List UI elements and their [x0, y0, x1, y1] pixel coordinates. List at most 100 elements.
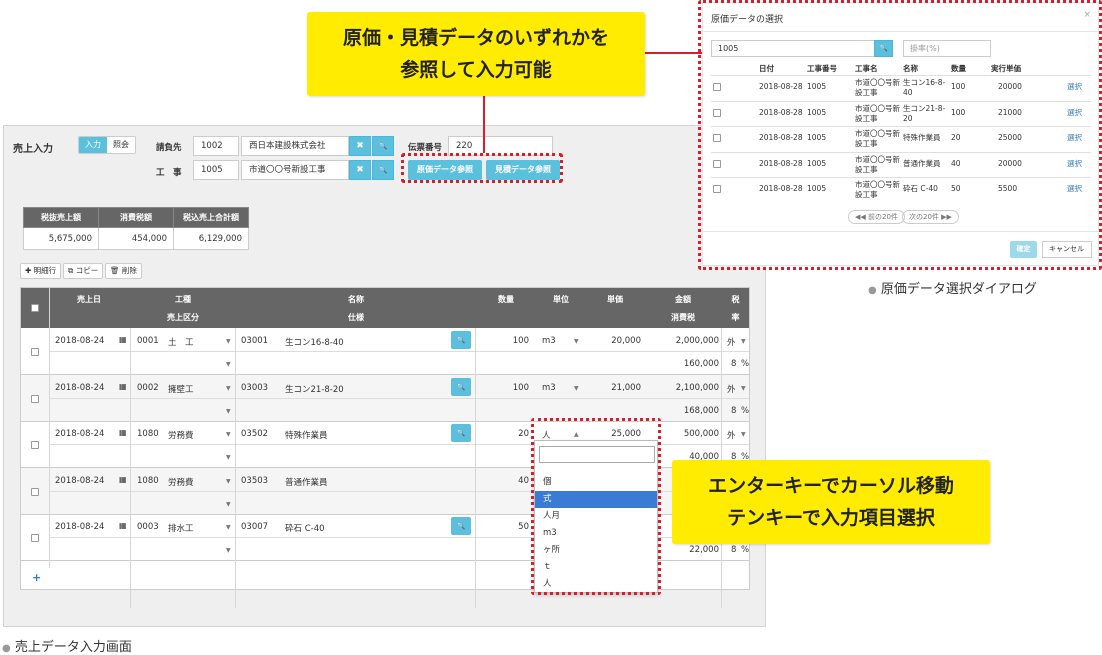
kind-code-cell[interactable]: 0003: [137, 522, 159, 532]
chevron-down-icon[interactable]: ▼: [226, 478, 231, 485]
summary-table: 税抜売上額 消費税額 税込売上合計額 5,675,000 454,000 6,1…: [23, 207, 249, 250]
kind-name-cell[interactable]: 土 工: [168, 336, 194, 348]
header-kind: 工種: [175, 295, 191, 304]
construction-clear-button[interactable]: ✖: [349, 160, 371, 180]
qty-cell[interactable]: 40: [518, 476, 529, 486]
item-search-button[interactable]: 🔍: [451, 331, 471, 349]
chevron-down-icon[interactable]: ▼: [226, 454, 231, 461]
kind-code-cell[interactable]: 0002: [137, 383, 159, 393]
item-code-cell[interactable]: 03503: [241, 476, 268, 486]
main-caption-text: 売上データ入力画面: [14, 640, 132, 655]
date-cell[interactable]: 2018-08-24: [55, 336, 104, 346]
chevron-down-icon[interactable]: ▼: [226, 361, 231, 368]
billing-search-button[interactable]: 🔍: [372, 136, 394, 156]
chevron-down-icon[interactable]: ▼: [741, 385, 746, 392]
clear-icon: ✖: [356, 165, 364, 175]
construction-search-button[interactable]: 🔍: [372, 160, 394, 180]
chevron-down-icon[interactable]: ▼: [226, 338, 231, 345]
mode-input-button[interactable]: 入力: [79, 137, 107, 153]
qty-cell[interactable]: 50: [518, 522, 529, 532]
row-checkbox[interactable]: [31, 348, 39, 356]
tax-rate-cell[interactable]: 8: [731, 359, 736, 369]
main-caption: ● 売上データ入力画面: [2, 640, 132, 655]
search-icon: 🔍: [378, 166, 388, 174]
chevron-down-icon[interactable]: ▼: [226, 524, 231, 531]
callout-pointer: [643, 52, 703, 54]
add-row-button[interactable]: ✚ 明細行: [20, 263, 62, 279]
kind-name-cell[interactable]: 擁壁工: [168, 383, 194, 395]
calendar-icon[interactable]: ▦: [119, 475, 127, 484]
unit-cell[interactable]: m3: [542, 383, 556, 393]
header-amount: 金額: [675, 295, 691, 304]
qty-cell[interactable]: 20: [518, 429, 529, 439]
chevron-down-icon[interactable]: ▼: [741, 338, 746, 345]
kind-name-cell[interactable]: 排水工: [168, 522, 194, 534]
date-cell[interactable]: 2018-08-24: [55, 522, 104, 532]
billing-clear-button[interactable]: ✖: [349, 136, 371, 156]
kind-name-cell[interactable]: 労務費: [168, 476, 194, 488]
callout-line: 原価・見積データのいずれかを: [342, 27, 609, 49]
chevron-down-icon[interactable]: ▼: [226, 431, 231, 438]
date-cell[interactable]: 2018-08-24: [55, 383, 104, 393]
construction-code-input[interactable]: 1005: [193, 160, 239, 180]
date-cell[interactable]: 2018-08-24: [55, 476, 104, 486]
date-cell[interactable]: 2018-08-24: [55, 429, 104, 439]
construction-label: 工 事: [156, 168, 182, 178]
tax-rate-cell[interactable]: 8: [731, 406, 736, 416]
header-amount-sub: 消費税: [671, 313, 695, 322]
calendar-icon[interactable]: ▦: [119, 521, 127, 530]
tax-rate-cell[interactable]: 8: [731, 545, 736, 555]
tax-type-cell[interactable]: 外: [727, 383, 736, 395]
price-cell[interactable]: 20,000: [611, 336, 641, 346]
tax-type-cell[interactable]: 外: [727, 336, 736, 348]
row-checkbox[interactable]: [31, 487, 39, 496]
mode-view-button[interactable]: 照会: [107, 137, 135, 153]
kind-code-cell[interactable]: 1080: [137, 429, 159, 439]
row-checkbox[interactable]: [31, 534, 39, 542]
chevron-down-icon[interactable]: ▼: [574, 385, 579, 392]
item-code-cell[interactable]: 03001: [241, 336, 268, 346]
item-code-cell[interactable]: 03502: [241, 429, 268, 439]
select-all-checkbox[interactable]: [31, 304, 39, 312]
qty-cell[interactable]: 100: [513, 336, 529, 346]
kind-name-cell[interactable]: 労務費: [168, 429, 194, 441]
chevron-down-icon[interactable]: ▼: [574, 338, 579, 345]
item-code-cell[interactable]: 03003: [241, 383, 268, 393]
tax-type-cell[interactable]: 外: [727, 429, 736, 441]
construction-name-input[interactable]: 市道〇〇号新設工事: [241, 160, 349, 180]
calendar-icon[interactable]: ▦: [119, 428, 127, 437]
unit-cell[interactable]: m3: [542, 336, 556, 346]
item-name-cell[interactable]: 普通作業員: [285, 476, 328, 488]
chevron-down-icon[interactable]: ▼: [226, 501, 231, 508]
kind-code-cell[interactable]: 1080: [137, 476, 159, 486]
delete-button[interactable]: 🗑 削除: [105, 263, 142, 279]
item-search-button[interactable]: 🔍: [451, 517, 471, 535]
callout-line: エンターキーでカーソル移動: [708, 475, 954, 497]
kind-code-cell[interactable]: 0001: [137, 336, 159, 346]
item-name-cell[interactable]: 特殊作業員: [285, 429, 328, 441]
item-name-cell[interactable]: 生コン21-8-20: [285, 383, 344, 395]
header-name-sub: 仕様: [348, 313, 364, 322]
item-code-cell[interactable]: 03007: [241, 522, 268, 532]
item-search-button[interactable]: 🔍: [451, 377, 471, 396]
header-name: 名称: [348, 295, 364, 304]
calendar-icon[interactable]: ▦: [119, 335, 127, 344]
copy-button[interactable]: ⧉ コピー: [63, 263, 104, 279]
item-name-cell[interactable]: 生コン16-8-40: [285, 336, 344, 348]
price-cell[interactable]: 21,000: [611, 383, 641, 393]
chevron-down-icon[interactable]: ▼: [226, 385, 231, 392]
row-checkbox[interactable]: [31, 441, 39, 449]
qty-cell[interactable]: 100: [513, 383, 529, 393]
chevron-down-icon[interactable]: ▼: [741, 431, 746, 438]
billing-code-input[interactable]: 1002: [193, 136, 239, 156]
chevron-down-icon[interactable]: ▼: [226, 408, 231, 415]
item-name-cell[interactable]: 砕石 C-40: [285, 522, 325, 534]
chevron-down-icon[interactable]: ▼: [226, 547, 231, 554]
row-checkbox[interactable]: [31, 394, 39, 403]
percent-label: %: [741, 545, 750, 555]
calendar-icon[interactable]: ▦: [119, 382, 127, 391]
add-line-button[interactable]: +: [32, 571, 41, 584]
search-icon: 🔍: [456, 382, 466, 391]
billing-name-input[interactable]: 西日本建設株式会社: [241, 136, 349, 156]
item-search-button[interactable]: 🔍: [451, 424, 471, 442]
